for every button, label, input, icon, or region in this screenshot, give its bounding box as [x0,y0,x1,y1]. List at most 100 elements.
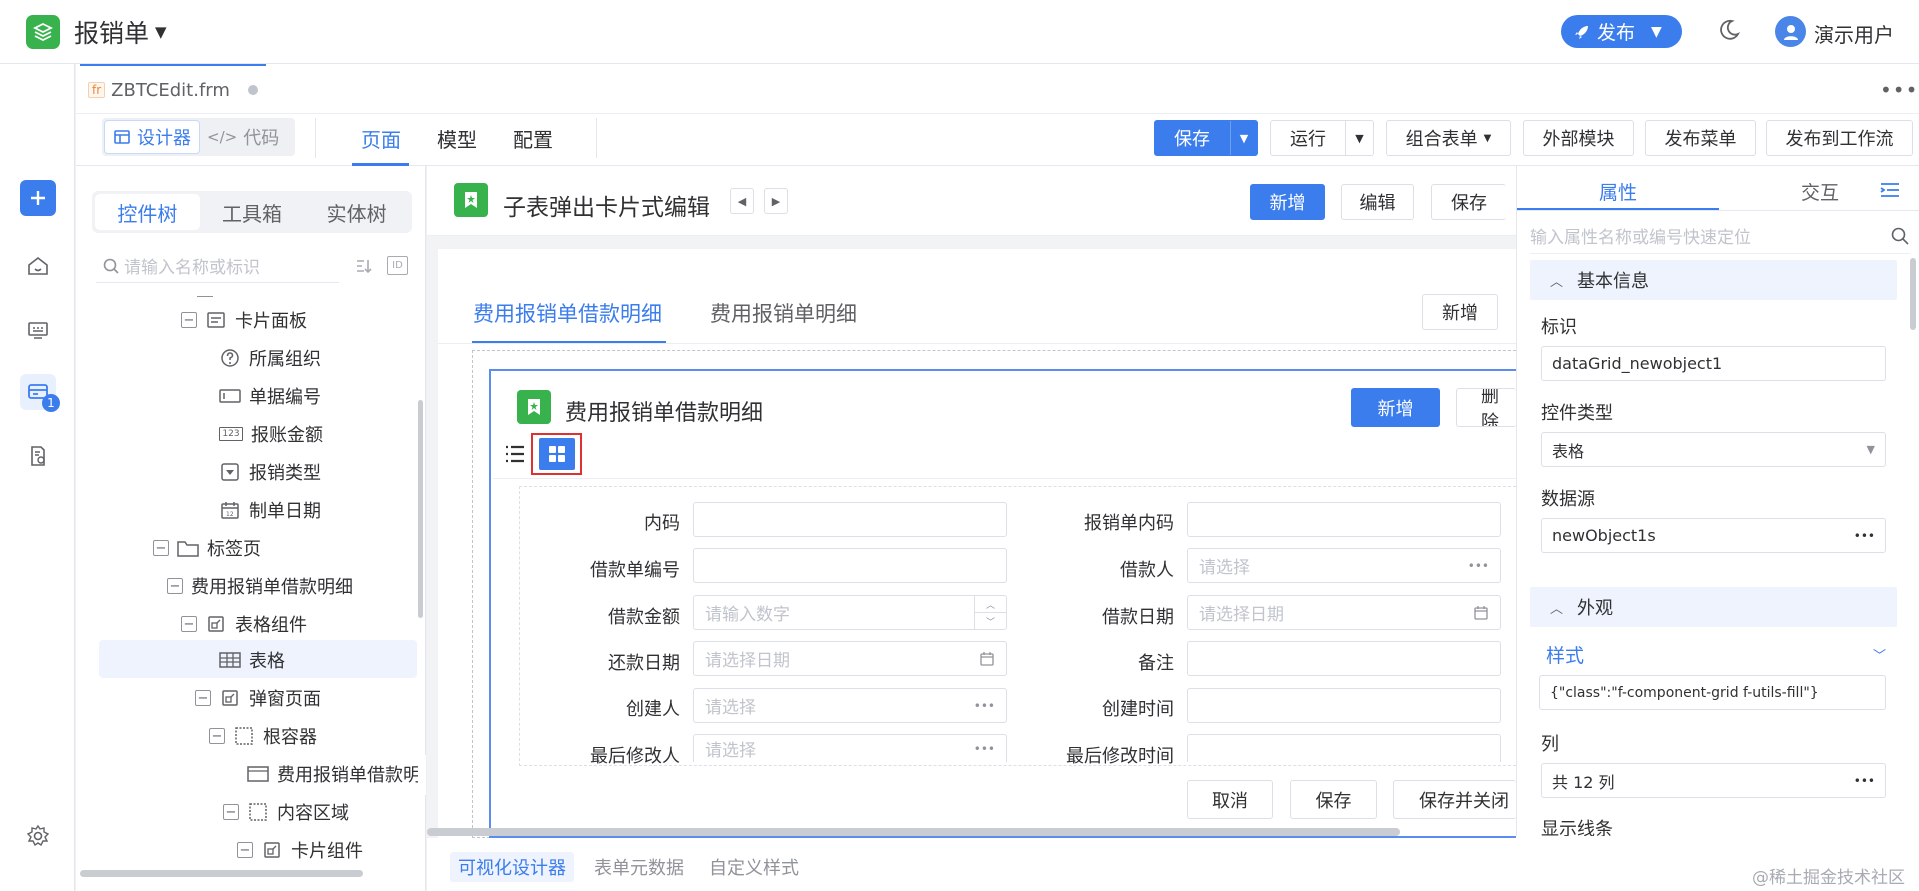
tree-node-card-component[interactable]: − 卡片组件 [237,835,363,865]
property-search-input[interactable]: 输入属性名称或编号快速定位 [1530,218,1910,254]
app-title-dropdown[interactable]: 报销单 ▼ [74,14,167,50]
tree-node-content-area[interactable]: − 内容区域 [223,797,349,827]
field-input-loan-date[interactable]: 请选择日期 [1187,595,1501,630]
prev-arrow-icon[interactable]: ◀ [730,188,754,214]
number-stepper[interactable]: ︿ ﹀ [974,596,1006,629]
tree-node-loan-detail-tab[interactable]: − 费用报销单借款明细 [167,571,353,601]
tab-page[interactable]: 页面 [361,124,401,153]
tree-node-org[interactable]: 所属组织 [219,343,321,373]
prop-source-input[interactable]: newObject1s ••• [1541,518,1886,553]
ellipsis-icon[interactable]: ••• [974,742,995,756]
tree-node-amount[interactable]: 123 报账金额 [219,419,323,449]
tab-properties[interactable]: 属性 [1599,178,1637,205]
tab-entity-tree[interactable]: 实体树 [304,194,409,230]
ellipsis-icon[interactable]: ••• [1854,774,1875,788]
collapse-toggle-icon[interactable]: − [167,578,183,594]
stepper-up-icon[interactable]: ︿ [975,596,1006,613]
tab-expense-detail[interactable]: 费用报销单明细 [710,298,857,328]
field-input-internal-code[interactable] [693,502,1007,537]
tree-node-loan-detail-section[interactable]: 费用报销单借款明 [247,759,421,789]
section-appearance[interactable]: ︿ 外观 [1530,587,1897,627]
stepper-down-icon[interactable]: ﹀ [975,613,1006,629]
tab-custom-style[interactable]: 自定义样式 [701,852,807,882]
collapse-panel-icon[interactable] [1879,180,1901,200]
prop-columns-input[interactable]: 共 12 列 ••• [1541,763,1886,798]
tree-node-create-date[interactable]: 12 制单日期 [219,495,321,525]
publish-to-workflow-button[interactable]: 发布到工作流 [1766,120,1913,156]
field-input-create-time[interactable] [1187,688,1501,723]
head-edit-button[interactable]: 编辑 [1341,184,1414,220]
collapse-toggle-icon[interactable]: − [237,842,253,858]
document-settings-icon[interactable] [20,438,56,474]
tab-config[interactable]: 配置 [513,124,553,153]
external-module-button[interactable]: 外部模块 [1523,120,1634,156]
property-scrollbar[interactable] [1910,258,1916,330]
publish-menu-button[interactable]: 发布菜单 [1645,120,1756,156]
list-view-icon[interactable] [502,441,528,467]
head-save-button[interactable]: 保存 [1431,184,1506,220]
card-save-button[interactable]: 保存 [1290,780,1377,819]
head-add-button[interactable]: 新增 [1250,184,1325,220]
tree-horizontal-scrollbar[interactable] [80,870,363,877]
card-save-close-button[interactable]: 保存并关闭 [1393,780,1516,819]
tree-node-table[interactable]: 表格 [219,645,285,675]
tab-interaction[interactable]: 交互 [1801,178,1839,205]
tree-node-popup-page[interactable]: − 弹窗页面 [195,683,321,713]
home-icon[interactable] [20,248,56,284]
card-add-button[interactable]: 新增 [1351,388,1440,427]
field-input-expense-code[interactable] [1187,502,1501,537]
field-input-loan-number[interactable] [693,548,1007,583]
id-toggle-icon[interactable]: ID [387,256,408,275]
card-delete-button[interactable]: 删除 [1456,388,1516,427]
code-mode-button[interactable]: </> 代码 [199,121,287,153]
next-arrow-icon[interactable]: ▶ [764,188,788,214]
tree-node-expense-type[interactable]: 报销类型 [219,457,321,487]
prop-type-select[interactable]: 表格 ▼ [1541,432,1886,467]
combo-form-button[interactable]: 组合表单 ▼ [1386,120,1511,156]
prop-id-input[interactable]: dataGrid_newobject1 [1541,346,1886,381]
file-tab[interactable]: fr ZBTCEdit.frm [80,64,266,114]
field-input-last-modify-time[interactable] [1187,734,1501,762]
prop-style-input[interactable]: {"class":"f-component-grid f-utils-fill"… [1539,675,1886,710]
publish-button[interactable]: 发布 ▼ [1561,15,1682,48]
section-basic-info[interactable]: ︿ 基本信息 [1530,260,1897,300]
run-dropdown-caret-icon[interactable]: ▼ [1345,121,1373,155]
canvas-horizontal-scrollbar[interactable] [427,828,1400,836]
user-name[interactable]: 演示用户 [1814,19,1894,48]
designer-mode-button[interactable]: 设计器 [105,121,199,153]
field-input-repay-date[interactable]: 请选择日期 [693,641,1007,676]
tab-model[interactable]: 模型 [437,124,477,153]
tree-scrollbar[interactable] [418,400,423,618]
tab-control-tree[interactable]: 控件树 [95,194,200,230]
ellipsis-icon[interactable]: ••• [1468,559,1489,573]
more-options-icon[interactable]: ••• [1880,78,1918,102]
collapse-toggle-icon[interactable]: − [181,312,197,328]
collapse-toggle-icon[interactable]: − [181,616,197,632]
tab-form-metadata[interactable]: 表单元数据 [586,852,692,882]
collapse-toggle-icon[interactable]: − [153,540,169,556]
style-group-toggle[interactable]: 样式 ﹀ [1546,641,1886,668]
collapse-toggle-icon[interactable]: − [209,728,225,744]
add-icon[interactable] [20,180,56,216]
field-input-remark[interactable] [1187,641,1501,676]
sort-icon[interactable] [354,256,374,276]
tree-node-tabs[interactable]: − 标签页 [153,533,261,563]
tab-visual-designer[interactable]: 可视化设计器 [450,852,574,882]
card-cancel-button[interactable]: 取消 [1187,780,1273,819]
field-input-borrower[interactable]: 请选择 ••• [1187,548,1501,583]
tab-toolbox[interactable]: 工具箱 [200,194,305,230]
collapse-toggle-icon[interactable]: − [195,690,211,706]
field-input-creator[interactable]: 请选择 ••• [693,688,1007,723]
tree-search-input[interactable]: 请输入名称或标识 [96,249,339,283]
card-view-highlight[interactable] [531,433,582,475]
tab-add-button[interactable]: 新增 [1422,294,1498,330]
field-input-last-modifier[interactable]: 请选择 ••• [693,734,1007,762]
settings-gear-icon[interactable] [20,818,56,854]
tab-loan-detail[interactable]: 费用报销单借款明细 [473,298,662,328]
theme-toggle-moon-icon[interactable] [1716,17,1742,43]
tree-node-card-panel[interactable]: − 卡片面板 [181,305,307,335]
tree-node-root-container[interactable]: − 根容器 [209,721,317,751]
save-dropdown-caret-icon[interactable]: ▼ [1230,121,1257,155]
user-avatar[interactable] [1775,16,1806,47]
field-input-loan-amount[interactable]: 请输入数字 ︿ ﹀ [693,595,1007,630]
